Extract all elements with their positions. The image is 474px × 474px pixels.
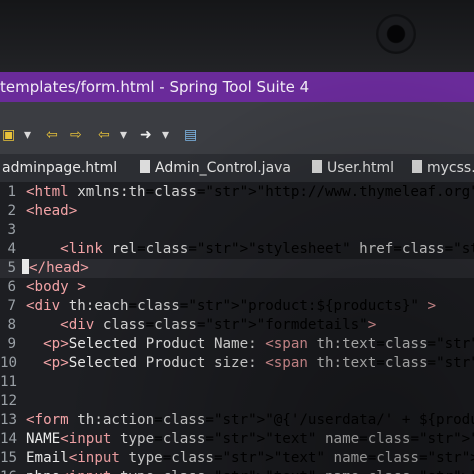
forward-icon[interactable]: ⇨	[70, 127, 82, 143]
dropdown-icon[interactable]: ▾	[24, 127, 31, 143]
text-cursor	[22, 259, 29, 274]
code-text[interactable]: NAME<input type=class="str">"text" name=…	[26, 430, 474, 449]
tab-adminpage[interactable]: adminpage.html	[2, 160, 117, 178]
monitor-bezel	[0, 0, 474, 72]
tab-label: User.html	[327, 160, 394, 176]
code-text[interactable]: <html xmlns:th=class="str">"http://www.t…	[26, 183, 474, 202]
code-text[interactable]: Email<input type=class="str">"text" name…	[26, 449, 474, 468]
dropdown-icon[interactable]: ▾	[162, 127, 169, 143]
line-number: 2	[7, 203, 16, 219]
line-number: 14	[0, 431, 18, 447]
line-number: 8	[7, 317, 16, 333]
line-number: 7	[7, 298, 16, 314]
code-line[interactable]: 8 <div class=class="str">"formdetails">	[0, 316, 474, 335]
code-line[interactable]: 11	[0, 373, 474, 392]
line-number: 15	[0, 450, 18, 466]
line-number: 11	[0, 374, 18, 390]
code-line[interactable]: 15 Email<input type=class="str">"text" na…	[0, 449, 474, 468]
tab-label: mycss.c	[427, 160, 474, 176]
line-number: 16	[0, 468, 17, 474]
line-number: 4	[7, 241, 16, 257]
code-line[interactable]: 13 <form th:action=class="str">"@{'/userd…	[0, 411, 474, 430]
code-line[interactable]: 7 <div th:each=class="str">"product:${pro…	[0, 297, 474, 316]
code-line[interactable]: 6 <body >	[0, 278, 474, 297]
tab-label: Admin_Control.java	[155, 160, 292, 176]
code-line[interactable]: 9 <p>Selected Product Name: <span th:tex…	[0, 335, 474, 354]
java-file-icon	[140, 160, 150, 173]
dropdown-icon[interactable]: ▾	[120, 127, 127, 143]
code-text[interactable]: <body >	[26, 278, 86, 297]
line-number: 5	[7, 260, 16, 276]
code-line[interactable]: 10 <p>Selected Product size: <span th:te…	[0, 354, 474, 373]
tab-admin-control[interactable]: Admin_Control.java	[140, 160, 291, 178]
code-line[interactable]: 1 <html xmlns:th=class="str">"http://www.…	[0, 183, 474, 202]
code-line[interactable]: 3	[0, 221, 474, 240]
line-number: 10	[0, 355, 18, 371]
run-icon[interactable]: ➜	[140, 127, 152, 143]
window-title-bar: templates/form.html - Spring Tool Suite …	[0, 72, 474, 102]
back-icon[interactable]: ⇦	[98, 127, 110, 143]
code-text[interactable]: <div th:each=class="str">"product:${prod…	[26, 297, 436, 316]
line-number: 13	[0, 412, 18, 428]
line-number: 1	[7, 184, 16, 200]
code-line[interactable]: 5 </head>	[0, 259, 474, 278]
code-text[interactable]: phno<input type=class="str">"text" name=…	[26, 468, 474, 474]
code-text[interactable]: <head>	[26, 202, 77, 221]
code-line[interactable]: 2 <head>	[0, 202, 474, 221]
code-text[interactable]: <p>Selected Product size: <span th:text=…	[26, 354, 474, 373]
line-number: 6	[7, 279, 16, 295]
tab-mycss[interactable]: mycss.c	[412, 160, 474, 178]
tab-label: adminpage.html	[2, 160, 118, 176]
webcam-icon	[376, 14, 416, 54]
line-number: 3	[7, 222, 16, 238]
line-number: 12	[0, 393, 18, 409]
code-text[interactable]: <div class=class="str">"formdetails">	[26, 316, 376, 335]
code-text[interactable]: <link rel=class="str">"stylesheet" href=…	[26, 240, 474, 259]
code-text[interactable]: <p>Selected Product Name: <span th:text=…	[26, 335, 474, 354]
code-line[interactable]: 4 <link rel=class="str">"stylesheet" hre…	[0, 240, 474, 259]
css-file-icon	[412, 160, 422, 173]
back-icon[interactable]: ⇦	[46, 127, 58, 143]
window-title: templates/form.html - Spring Tool Suite …	[0, 78, 310, 96]
code-line[interactable]: 12	[0, 392, 474, 411]
line-number: 9	[7, 336, 16, 352]
code-line[interactable]: 16 phno<input type=class="str">"text" nam…	[0, 468, 474, 474]
code-line[interactable]: 14 NAME<input type=class="str">"text" nam…	[0, 430, 474, 449]
tab-user[interactable]: User.html	[312, 160, 394, 178]
new-window-icon[interactable]: ▤	[184, 127, 197, 143]
code-text[interactable]: <form th:action=class="str">"@{'/userdat…	[26, 411, 474, 430]
html-file-icon	[312, 160, 322, 173]
code-text[interactable]: </head>	[22, 259, 89, 278]
save-icon[interactable]: ▣	[2, 127, 15, 143]
code-editor[interactable]: 1 <html xmlns:th=class="str">"http://www.…	[0, 182, 474, 474]
